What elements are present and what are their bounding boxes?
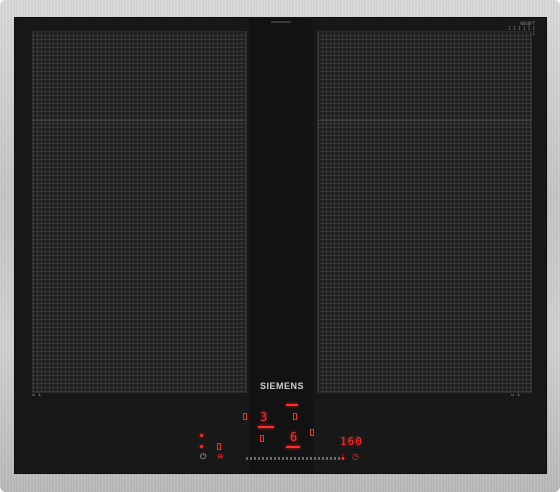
zone-divider [33, 120, 246, 121]
timer-display: 160 [340, 435, 363, 448]
zone-select-button[interactable] [260, 435, 264, 442]
status-dot [200, 445, 203, 448]
lock-icon[interactable]: ⊥ [339, 453, 346, 461]
zone-select-button[interactable] [293, 413, 297, 420]
left-zone-indicator: ▭ ⊥ [32, 392, 42, 398]
power-icon[interactable]: ⏻ [200, 453, 206, 461]
zone-divider [318, 120, 531, 121]
left-flex-cooking-zone[interactable] [32, 31, 247, 393]
brand-logo: SIEMENS [260, 381, 305, 391]
front-left-power-level: 3 [260, 410, 268, 424]
wifi-icon[interactable]: ≋ [217, 453, 224, 461]
zone-select-button[interactable] [243, 413, 247, 420]
touch-slider[interactable] [246, 457, 346, 460]
power-level-bar [286, 404, 298, 406]
right-zone-indicator: ▭ ⊥ [511, 392, 521, 398]
center-control-strip [249, 17, 313, 474]
timer-icon[interactable]: ◷ [352, 453, 359, 461]
zone-select-button[interactable] [217, 443, 221, 450]
power-level-bar [286, 446, 300, 448]
right-flex-cooking-zone[interactable] [317, 31, 532, 393]
top-center-mark [271, 21, 291, 23]
zone-select-button[interactable] [310, 429, 314, 436]
ceramic-glass-surface: NOSQFT I I I I I I I ▭ ⊥ ▭ ⊥ SIEMENS 3 6… [14, 17, 547, 474]
power-level-bar [258, 426, 274, 428]
front-right-power-level: 6 [290, 430, 298, 444]
status-dot [200, 434, 203, 437]
